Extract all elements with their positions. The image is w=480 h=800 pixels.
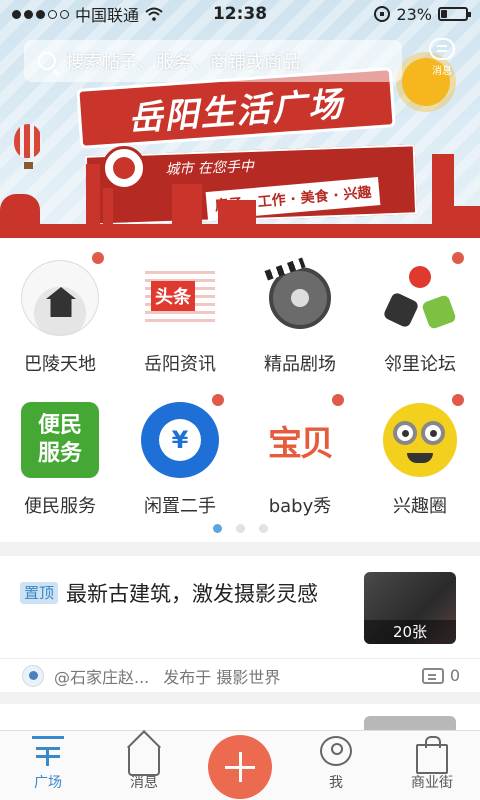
neighbor-icon [381, 260, 459, 336]
wifi-icon [145, 7, 163, 21]
tab-post[interactable] [192, 731, 288, 800]
grid-item-secondhand[interactable]: ¥ 闲置二手 [120, 390, 240, 518]
grid-item-label: 兴趣圈 [393, 496, 447, 517]
badge-dot [452, 394, 464, 406]
skyline-building [172, 184, 202, 224]
category-grid-section: 巴陵天地 头条 岳阳资讯 精品剧场 邻里论坛 便民服务 便民服务 ¥ 闲置二手 … [0, 238, 480, 542]
banner-slogan: 城市 在您手中 [165, 158, 255, 178]
message-icon [429, 38, 455, 60]
tab-label: 商业街 [411, 775, 453, 791]
status-right: 23% [374, 4, 471, 24]
avatar[interactable] [22, 664, 44, 687]
skyline-building [103, 188, 113, 224]
page-dot [235, 524, 245, 533]
mascot-icon [102, 146, 146, 190]
grid-item-interest[interactable]: 兴趣圈 [360, 390, 480, 518]
grid-item-label: 精品剧场 [264, 354, 336, 375]
statue-of-liberty-icon [432, 154, 454, 224]
comment-icon [421, 667, 444, 684]
carrier-name: 中国联通 [75, 6, 140, 25]
square-icon [32, 736, 64, 766]
profile-icon [320, 736, 352, 766]
grid-item-label: 巴陵天地 [24, 354, 96, 375]
battery-fill [441, 10, 447, 18]
bianmin-icon-text: 便民服务 [37, 413, 82, 466]
app-screen: 岳阳生活广场 城市 在您手中 房子 · 工作 · 美食 · 兴趣 中国联通 12… [0, 0, 480, 800]
grid-item-label: 闲置二手 [144, 496, 216, 517]
message-button[interactable]: 消息 [424, 38, 460, 82]
comment-count-value: 0 [449, 666, 460, 685]
banner-title-text: 岳阳生活广场 [127, 84, 346, 139]
page-dot-active [212, 524, 222, 533]
baling-icon [21, 260, 99, 336]
battery-percent: 23% [396, 4, 432, 24]
tab-label: 广场 [34, 775, 62, 791]
badge-dot [452, 252, 464, 264]
skyline-building [86, 164, 100, 224]
baby-icon: 宝贝 [261, 402, 339, 478]
feed-meta: @石家庄赵... 发布于 摄影世界 0 [0, 658, 480, 692]
minion-icon [381, 402, 459, 478]
bianmin-icon: 便民服务 [21, 402, 99, 478]
baby-icon-text: 宝贝 [268, 423, 334, 464]
film-reel-icon [261, 257, 339, 336]
badge-dot [212, 394, 224, 406]
balloon-basket [24, 162, 33, 169]
tab-square[interactable]: 广场 [0, 731, 96, 800]
tab-me[interactable]: 我 [288, 731, 384, 800]
tab-label: 我 [329, 775, 343, 791]
badge-dot [92, 252, 104, 264]
grid-item-label: 邻里论坛 [384, 354, 456, 375]
tab-business-street[interactable]: 商业街 [384, 731, 480, 800]
skyline-building [454, 206, 480, 224]
yuan-symbol: ¥ [159, 419, 201, 461]
signal-strength-icon [12, 9, 69, 19]
search-bar[interactable]: 搜索帖子、服务、商铺或商品 [24, 40, 402, 82]
hot-air-balloon-icon [14, 124, 42, 158]
banner-carousel[interactable]: 岳阳生活广场 城市 在您手中 房子 · 工作 · 美食 · 兴趣 [0, 0, 480, 238]
plus-icon[interactable] [208, 734, 272, 799]
battery-icon [438, 7, 471, 21]
grid-item-baby[interactable]: 宝贝 baby秀 [240, 390, 360, 518]
search-icon [38, 52, 56, 70]
skyline-building [0, 194, 40, 224]
feed-card[interactable]: 置顶 最新古建筑，激发摄影灵感 20张 @石家庄赵... 发布于 摄影世界 0 [0, 556, 480, 692]
grid-item-baling[interactable]: 巴陵天地 [0, 248, 120, 376]
category-grid: 巴陵天地 头条 岳阳资讯 精品剧场 邻里论坛 便民服务 便民服务 ¥ 闲置二手 … [0, 248, 480, 518]
status-bar: 中国联通 12:38 23% [0, 0, 480, 28]
grid-item-label: 岳阳资讯 [144, 354, 216, 375]
shopping-bag-icon [416, 736, 448, 774]
banner-ground [0, 224, 480, 238]
pin-badge: 置顶 [20, 582, 59, 604]
page-indicator [0, 524, 480, 533]
grid-item-forum[interactable]: 邻里论坛 [360, 248, 480, 376]
feed-title: 置顶 最新古建筑，激发摄影灵感 [20, 578, 350, 610]
house-message-icon [128, 746, 160, 776]
page-dot [258, 524, 268, 533]
toutiao-icon: 头条 [141, 260, 219, 336]
yuan-search-icon: ¥ [141, 402, 219, 478]
thumbnail-count: 20张 [364, 620, 456, 644]
bottom-tab-bar: 广场 消息 我 商业街 [0, 730, 480, 800]
grid-item-label: baby秀 [268, 496, 332, 517]
comment-count[interactable]: 0 [421, 666, 460, 685]
grid-item-label: 便民服务 [24, 496, 96, 517]
toutiao-icon-text: 头条 [151, 281, 195, 311]
grid-item-news[interactable]: 头条 岳阳资讯 [120, 248, 240, 376]
skyline-building [218, 200, 256, 224]
posted-in[interactable]: 发布于 摄影世界 [163, 664, 280, 688]
feed-title-text: 最新古建筑，激发摄影灵感 [66, 582, 319, 606]
tab-messages[interactable]: 消息 [96, 731, 192, 800]
message-label: 消息 [432, 66, 452, 77]
rotation-lock-icon [374, 6, 391, 22]
search-placeholder: 搜索帖子、服务、商铺或商品 [66, 52, 300, 73]
badge-dot [332, 394, 344, 406]
grid-item-theater[interactable]: 精品剧场 [240, 248, 360, 376]
grid-item-service[interactable]: 便民服务 便民服务 [0, 390, 120, 518]
author-name[interactable]: @石家庄赵... [54, 664, 149, 688]
feed-thumbnail[interactable]: 20张 [364, 572, 456, 644]
